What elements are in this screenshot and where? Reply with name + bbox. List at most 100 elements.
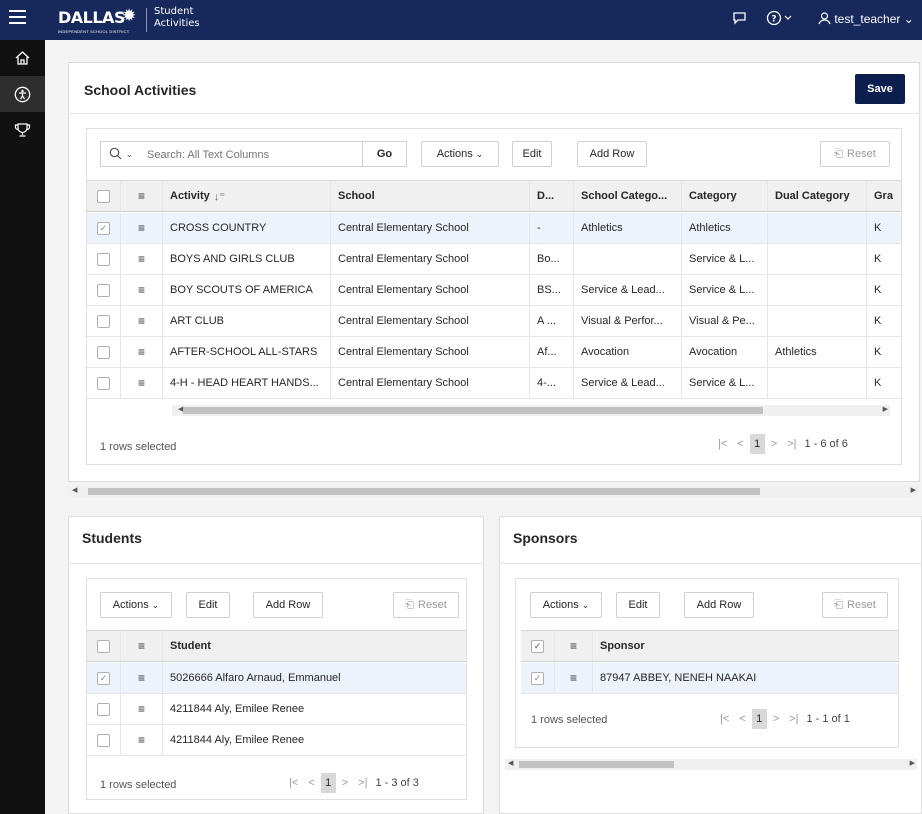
app-title[interactable]: Student Activities [154, 6, 200, 30]
table-row[interactable]: ≡ 4-H - HEAD HEART HANDS... Central Elemen… [87, 368, 901, 399]
page-range: 1 - 6 of 6 [804, 438, 848, 450]
reset-label: Reset [847, 599, 876, 611]
table-row[interactable]: ≡ ART CLUB Central Elementary School A ... V… [87, 306, 901, 337]
row-menu-icon: ≡ [569, 639, 577, 653]
col-header-school[interactable]: School [331, 181, 530, 211]
search-column-picker[interactable]: ⌄ [109, 147, 133, 162]
search-input[interactable] [147, 146, 352, 163]
sponsors-actions-button[interactable]: Actions ⌄ [530, 592, 602, 618]
row-actions-cell: ≡ [121, 725, 163, 755]
table-row[interactable]: ≡ AFTER-SCHOOL ALL-STARS Central Elementar… [87, 337, 901, 368]
last-page-icon[interactable]: >| [789, 713, 798, 725]
row-checkbox[interactable]: ✓ [97, 671, 110, 685]
prev-page-icon[interactable]: < [737, 438, 743, 450]
col-header-sponsor[interactable]: Sponsor [593, 631, 898, 661]
col-header-d[interactable]: D... [530, 181, 574, 211]
select-all-checkbox[interactable] [97, 639, 110, 653]
sponsors-reset-button[interactable]: ⎗ Reset [822, 592, 888, 618]
select-all-checkbox[interactable]: ✓ [531, 639, 544, 653]
row-menu-icon[interactable]: ≡ [138, 283, 145, 297]
scrollbar-thumb[interactable] [519, 761, 674, 768]
row-menu-icon[interactable]: ≡ [138, 733, 145, 747]
table-row[interactable]: ✓ ≡ CROSS COUNTRY Central Elementary School… [87, 213, 901, 244]
row-checkbox[interactable] [97, 733, 110, 747]
row-checkbox[interactable]: ✓ [97, 221, 110, 235]
go-button[interactable]: Go [362, 141, 407, 167]
hamburger-menu-icon[interactable] [9, 10, 26, 24]
help-menu-icon[interactable]: ? [766, 10, 794, 29]
row-checkbox[interactable]: ✓ [531, 671, 544, 685]
students-edit-button[interactable]: Edit [186, 592, 230, 618]
prev-page-icon[interactable]: < [739, 713, 745, 725]
select-all-checkbox[interactable] [97, 189, 110, 203]
actions-menu-button[interactable]: Actions ⌄ [421, 141, 499, 167]
scroll-left-icon[interactable]: ◀ [508, 759, 513, 767]
first-page-icon[interactable]: |< [718, 438, 727, 450]
first-page-icon[interactable]: |< [720, 713, 729, 725]
row-checkbox[interactable] [97, 376, 110, 390]
col-header-student[interactable]: Student [163, 631, 466, 661]
col-header-activity[interactable]: Activity ↓⁼ [163, 181, 331, 211]
reset-button[interactable]: ⎗ Reset [820, 141, 890, 167]
row-checkbox[interactable] [97, 283, 110, 297]
table-row[interactable]: ✓ ≡ 5026666 Alfaro Arnaud, Emmanuel [87, 663, 466, 694]
first-page-icon[interactable]: |< [289, 777, 298, 789]
edit-button[interactable]: Edit [512, 141, 552, 167]
add-row-button[interactable]: Add Row [577, 141, 647, 167]
next-page-icon[interactable]: > [771, 438, 777, 450]
next-page-icon[interactable]: > [773, 713, 779, 725]
row-checkbox[interactable] [97, 702, 110, 716]
students-actions-button[interactable]: Actions ⌄ [100, 592, 172, 618]
cell-grade: K [867, 213, 901, 243]
col-header-grade[interactable]: Gra [867, 181, 901, 211]
sponsors-edit-button[interactable]: Edit [616, 592, 660, 618]
scrollbar-thumb[interactable] [88, 488, 760, 495]
row-menu-icon[interactable]: ≡ [138, 252, 145, 266]
save-button[interactable]: Save [855, 74, 905, 104]
sidebar-item-home[interactable] [0, 40, 45, 76]
row-menu-icon[interactable]: ≡ [138, 221, 145, 235]
row-checkbox[interactable] [97, 345, 110, 359]
row-menu-icon[interactable]: ≡ [138, 314, 145, 328]
students-add-row-button[interactable]: Add Row [253, 592, 323, 618]
table-row[interactable]: ≡ BOY SCOUTS OF AMERICA Central Elementary… [87, 275, 901, 306]
students-reset-button[interactable]: ⎗ Reset [393, 592, 459, 618]
page-horizontal-scrollbar[interactable]: ◀ ▶ [68, 486, 918, 497]
col-header-school-category[interactable]: School Catego... [574, 181, 682, 211]
sidebar-item-accessibility[interactable] [0, 76, 45, 112]
last-page-icon[interactable]: >| [787, 438, 796, 450]
page-number[interactable]: 1 [320, 773, 336, 793]
table-row[interactable]: ≡ BOYS AND GIRLS CLUB Central Elementary S… [87, 244, 901, 275]
activities-horizontal-scrollbar[interactable]: ◀ ▶ [172, 405, 890, 416]
scroll-right-icon[interactable]: ▶ [883, 405, 888, 413]
table-row[interactable]: ≡ 4211844 Aly, Emilee Renee [87, 694, 466, 725]
scroll-left-icon[interactable]: ◀ [72, 486, 77, 494]
prev-page-icon[interactable]: < [308, 777, 314, 789]
sidebar-item-trophy[interactable] [0, 112, 45, 148]
scroll-right-icon[interactable]: ▶ [911, 486, 916, 494]
row-menu-icon[interactable]: ≡ [570, 671, 577, 685]
row-actions-cell: ≡ [121, 368, 163, 398]
user-menu[interactable]: test_teacher ⌄ [818, 12, 914, 26]
table-row[interactable]: ✓ ≡ 87947 ABBEY, NENEH NAAKAI [521, 663, 898, 694]
page-number[interactable]: 1 [749, 434, 765, 454]
page-number[interactable]: 1 [751, 709, 767, 729]
sponsors-add-row-button[interactable]: Add Row [684, 592, 754, 618]
row-checkbox[interactable] [97, 314, 110, 328]
row-menu-icon[interactable]: ≡ [138, 671, 145, 685]
col-header-category[interactable]: Category [682, 181, 768, 211]
cell-d: - [530, 213, 574, 243]
row-menu-icon[interactable]: ≡ [138, 345, 145, 359]
cell-grade: K [867, 306, 901, 336]
table-row[interactable]: ≡ 4211844 Aly, Emilee Renee [87, 725, 466, 756]
sponsors-horizontal-scrollbar[interactable]: ◀ ▶ [505, 759, 917, 770]
scrollbar-thumb[interactable] [183, 407, 763, 414]
feedback-icon[interactable] [732, 11, 747, 28]
col-header-dual-category[interactable]: Dual Category [768, 181, 867, 211]
row-menu-icon[interactable]: ≡ [138, 376, 145, 390]
next-page-icon[interactable]: > [342, 777, 348, 789]
row-checkbox[interactable] [97, 252, 110, 266]
row-menu-icon[interactable]: ≡ [138, 702, 145, 716]
last-page-icon[interactable]: >| [358, 777, 367, 789]
scroll-right-icon[interactable]: ▶ [910, 759, 915, 767]
